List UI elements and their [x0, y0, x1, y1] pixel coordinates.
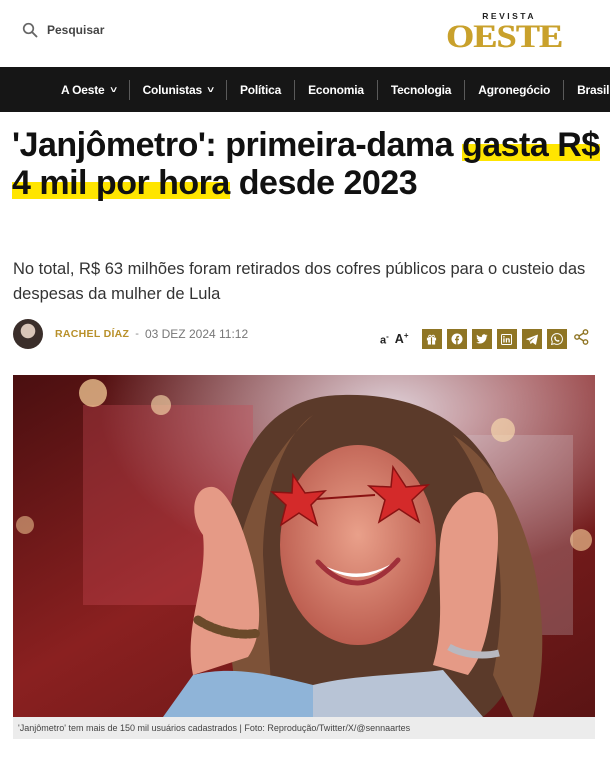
linkedin-share-button[interactable] — [496, 329, 517, 349]
linkedin-icon — [501, 333, 512, 345]
font-increase-button[interactable]: A+ — [395, 331, 409, 346]
byline-separator: - — [135, 328, 139, 340]
gift-button[interactable] — [421, 329, 442, 349]
nav-item-colunistas[interactable]: Colunistas ˅ — [130, 79, 227, 100]
nav-list: A Oeste ˅ Colunistas ˅ Política Economia Tecno… — [48, 67, 610, 112]
nav-item-label: Colunistas — [142, 82, 203, 97]
share-button[interactable] — [573, 328, 589, 350]
author-avatar[interactable] — [13, 319, 43, 349]
publish-date: 03 DEZ 2024 11:12 — [144, 327, 249, 341]
search-label: Pesquisar — [47, 23, 105, 37]
article-tools: a- A+ — [380, 328, 589, 350]
telegram-icon — [525, 334, 538, 345]
byline: RACHEL DÍAZ - 03 DEZ 2024 11:12 — [13, 318, 248, 350]
twitter-share-button[interactable] — [471, 329, 492, 349]
share-icon — [573, 328, 588, 345]
facebook-share-button[interactable] — [446, 329, 467, 349]
gift-icon — [426, 334, 437, 345]
nav-item-label: Economia — [308, 82, 364, 97]
main-nav: A Oeste ˅ Colunistas ˅ Política Economia Tecno… — [0, 67, 610, 112]
article-headline: 'Janjômetro': primeira-dama gasta R$ 4 m… — [12, 126, 602, 202]
nav-item-a-oeste[interactable]: A Oeste ˅ — [48, 79, 130, 100]
nav-item-pol-tica[interactable]: Política — [227, 79, 296, 100]
nav-item-label: Política — [239, 82, 282, 97]
article-subtitle: No total, R$ 63 milhões foram retirados … — [13, 260, 586, 303]
search-icon — [22, 22, 38, 38]
whatsapp-share-button[interactable] — [546, 329, 567, 349]
logo-oeste-text: OESTE — [446, 19, 563, 55]
nav-item-brasil[interactable]: Brasil — [564, 80, 610, 100]
telegram-share-button[interactable] — [521, 329, 542, 349]
headline-text-start: 'Janjômetro': primeira-dama — [12, 126, 462, 164]
author-name[interactable]: RACHEL DÍAZ — [55, 328, 129, 340]
headline-text-end: desde 2023 — [229, 164, 418, 202]
nav-item-economia[interactable]: Economia — [295, 79, 378, 100]
chevron-down-icon: ˅ — [207, 84, 214, 95]
nav-item-tecnologia[interactable]: Tecnologia — [378, 79, 466, 100]
facebook-icon — [451, 333, 462, 345]
photo-illustration — [13, 375, 595, 717]
chevron-down-icon: ˅ — [109, 84, 117, 95]
article-photo — [13, 375, 595, 717]
photo-caption: 'Janjômetro' tem mais de 150 mil usuário… — [13, 717, 595, 739]
twitter-icon — [475, 333, 487, 343]
font-decrease-button[interactable]: a- — [380, 332, 389, 347]
top-bar: Pesquisar REVISTA OESTE — [0, 0, 610, 67]
nav-item-label: Tecnologia — [390, 82, 452, 97]
nav-item-agroneg-cio[interactable]: Agronegócio — [465, 79, 565, 100]
site-logo[interactable]: REVISTA OESTE — [446, 10, 566, 58]
search-button[interactable]: Pesquisar — [22, 22, 104, 38]
whatsapp-icon — [550, 333, 563, 345]
nav-item-label: Brasil — [577, 82, 610, 97]
nav-item-label: A Oeste — [61, 82, 105, 97]
nav-item-label: Agronegócio — [478, 82, 551, 97]
